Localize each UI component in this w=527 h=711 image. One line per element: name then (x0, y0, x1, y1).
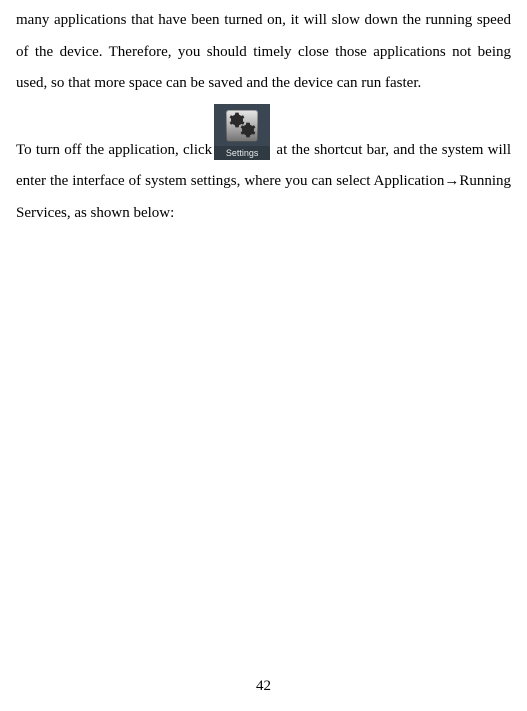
settings-icon: Settings (214, 104, 270, 160)
paragraph-1: many applications that have been turned … (16, 5, 511, 100)
page-number: 42 (0, 678, 527, 695)
settings-icon-label: Settings (214, 146, 270, 160)
paragraph-2: To turn off the application, click Setti… (16, 104, 511, 230)
para2-pre-text: To turn off the application, click (16, 142, 212, 158)
gear-icon (240, 122, 256, 138)
